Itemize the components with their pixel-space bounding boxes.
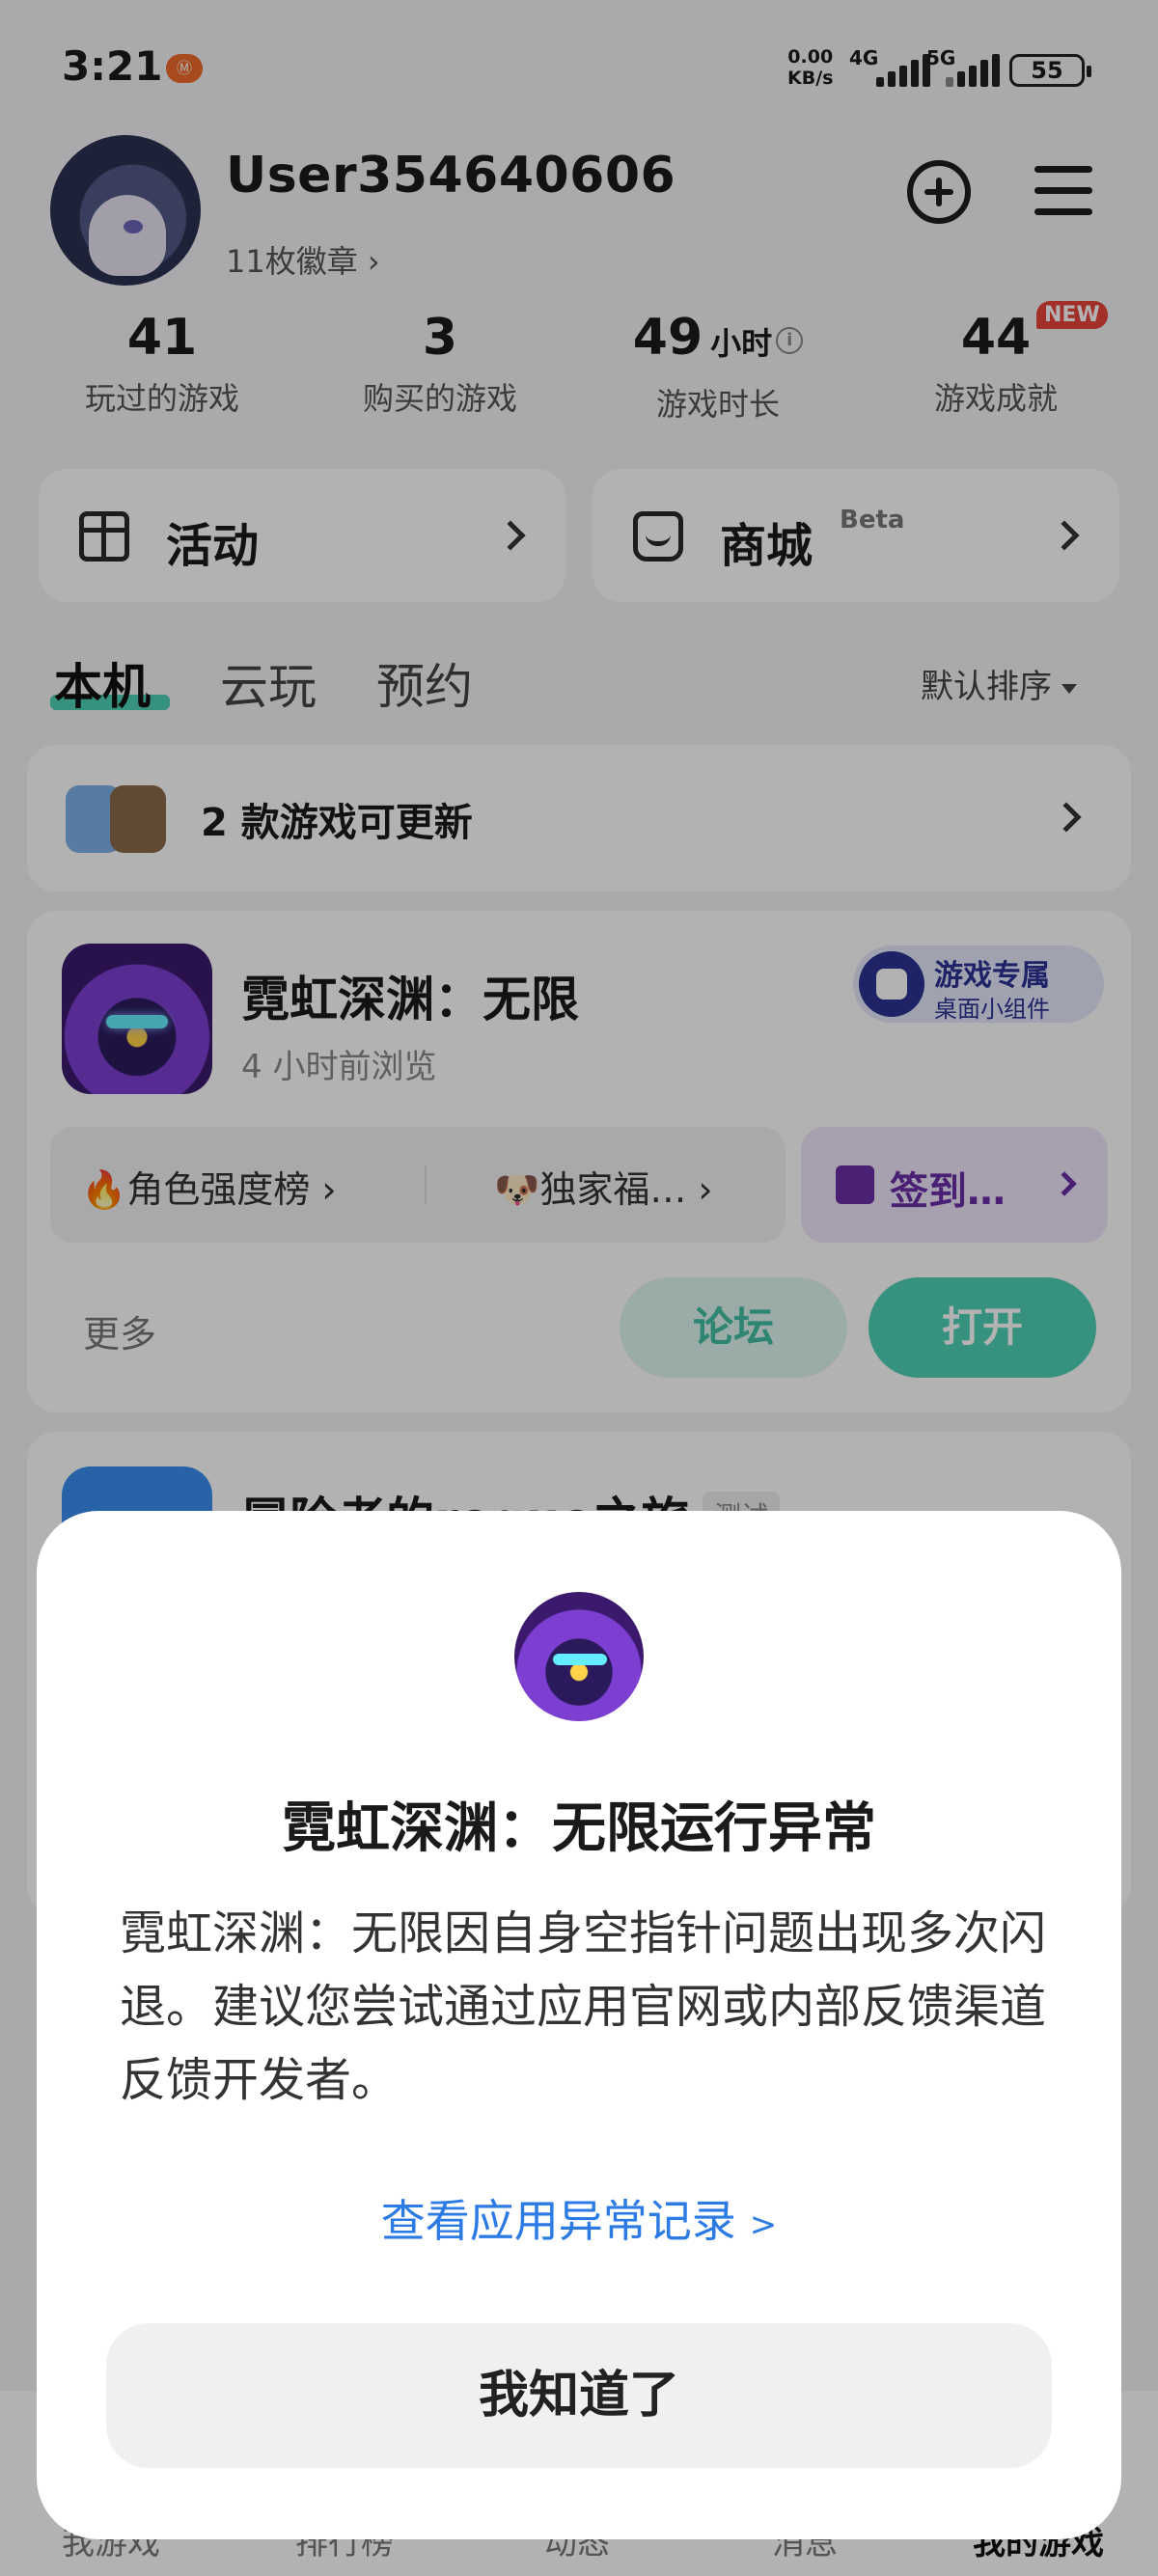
link-label: 查看应用异常记录 <box>380 2195 736 2247</box>
game-icon <box>514 1592 644 1721</box>
dialog-body: 霓虹深渊：无限因自身空指针问题出现多次闪退。建议您尝试通过应用官网或内部反馈渠道… <box>120 1906 1047 2107</box>
view-crash-log-link[interactable]: 查看应用异常记录 > <box>37 2186 1121 2250</box>
dialog-title: 霓虹深渊：无限运行异常 <box>282 1797 876 1860</box>
crash-dialog: 霓虹深渊：无限运行异常 霓虹深渊：无限因自身空指针问题出现多次闪退。建议您尝试通… <box>37 1511 1121 2539</box>
confirm-button[interactable]: 我知道了 <box>106 2323 1052 2468</box>
chevron-right-icon: > <box>749 2205 778 2244</box>
